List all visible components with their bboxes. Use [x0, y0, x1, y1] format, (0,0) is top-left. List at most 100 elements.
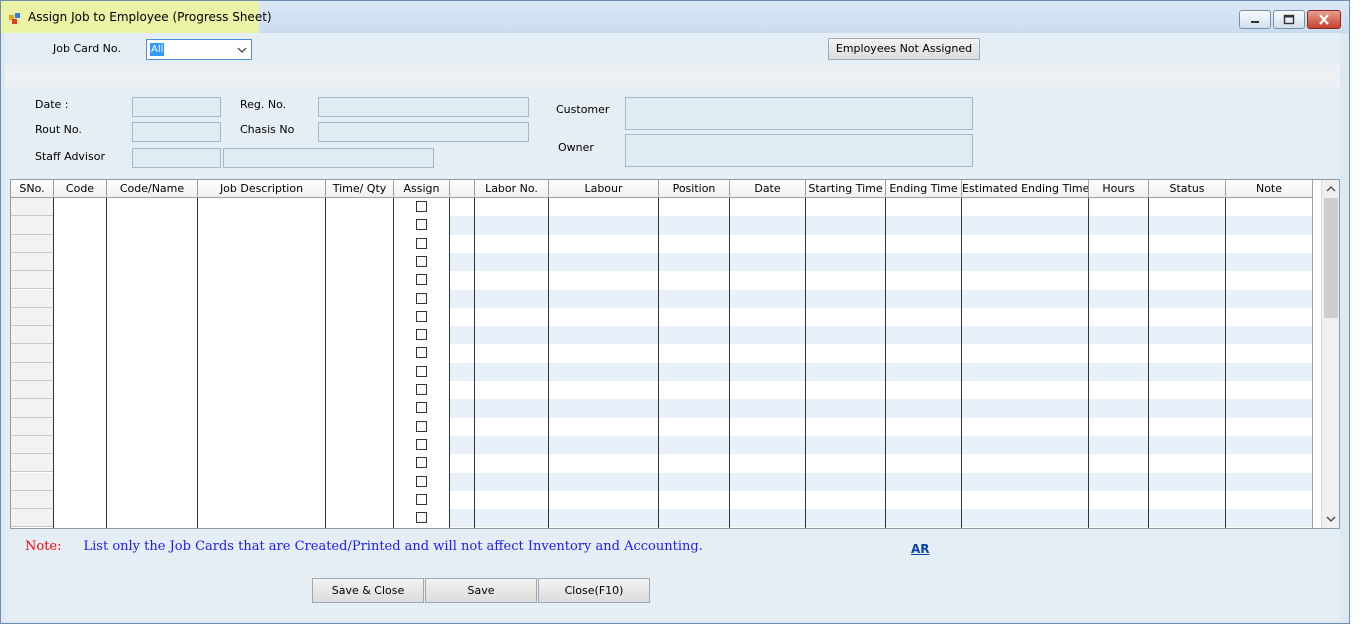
minimize-button[interactable] [1239, 10, 1271, 29]
staff-advisor-code-field[interactable] [132, 148, 221, 168]
assign-checkbox[interactable] [416, 329, 427, 341]
table-row[interactable] [450, 509, 1313, 528]
column-header[interactable]: Job Description [198, 180, 326, 198]
column-header[interactable]: Date [730, 180, 806, 198]
row-header[interactable] [11, 307, 54, 327]
table-row[interactable] [450, 326, 1313, 345]
grid-scrollbar[interactable] [1321, 180, 1339, 528]
table-row[interactable] [450, 381, 1313, 400]
column-header[interactable]: Labor No. [475, 180, 549, 198]
scroll-down-icon[interactable] [1325, 514, 1337, 524]
table-row[interactable] [450, 435, 1313, 455]
row-header[interactable] [11, 252, 54, 272]
assign-checkbox[interactable] [416, 457, 427, 469]
ar-link[interactable]: AR [911, 542, 930, 556]
assign-checkbox[interactable] [416, 255, 427, 267]
assign-checkbox[interactable] [416, 402, 427, 414]
table-row[interactable] [450, 362, 1313, 381]
customer-field[interactable] [625, 97, 973, 130]
row-header[interactable] [11, 326, 54, 345]
table-row[interactable] [450, 216, 1313, 235]
table-row[interactable] [450, 490, 1313, 510]
table-row[interactable] [450, 472, 1313, 491]
column-header[interactable]: Code/Name [107, 180, 198, 198]
column-header[interactable]: Status [1149, 180, 1226, 198]
column-divider [53, 198, 54, 528]
owner-field[interactable] [625, 134, 973, 167]
assign-checkbox[interactable] [416, 310, 427, 322]
assign-checkbox[interactable] [416, 201, 427, 212]
staff-advisor-name-field[interactable] [223, 148, 434, 168]
column-header[interactable] [450, 180, 475, 198]
row-header[interactable] [11, 509, 54, 528]
assign-checkbox[interactable] [416, 292, 427, 304]
save-button[interactable]: Save [425, 578, 537, 603]
row-header[interactable] [11, 435, 54, 455]
close-button[interactable]: Close(F10) [538, 578, 650, 603]
column-header[interactable]: Ending Time [886, 180, 962, 198]
row-header[interactable] [11, 454, 54, 473]
assign-checkbox[interactable] [416, 365, 427, 377]
scroll-up-icon[interactable] [1325, 184, 1337, 194]
assign-checkbox[interactable] [416, 493, 427, 505]
column-header[interactable]: Estimated Ending Time [962, 180, 1089, 198]
assign-checkbox[interactable] [416, 274, 427, 286]
title-bar[interactable]: Assign Job to Employee (Progress Sheet) [1, 1, 1349, 33]
employees-not-assigned-button[interactable]: Employees Not Assigned [828, 38, 980, 60]
row-header[interactable] [11, 344, 54, 363]
assign-checkbox[interactable] [416, 347, 427, 359]
row-header[interactable] [11, 198, 54, 217]
close-icon [1319, 14, 1329, 25]
assign-checkbox[interactable] [416, 420, 427, 432]
column-header[interactable]: Position [659, 180, 730, 198]
row-header[interactable] [11, 490, 54, 510]
table-row[interactable] [450, 454, 1313, 473]
assign-checkbox[interactable] [416, 512, 427, 524]
assign-checkbox[interactable] [416, 237, 427, 249]
maximize-button[interactable] [1273, 10, 1305, 29]
job-card-select[interactable]: All [146, 39, 252, 60]
column-header[interactable]: SNo. [11, 180, 54, 198]
table-row[interactable] [450, 307, 1313, 327]
row-header[interactable] [11, 234, 54, 253]
column-header[interactable]: Code [54, 180, 107, 198]
assign-checkbox[interactable] [416, 475, 427, 487]
column-header[interactable]: Note [1226, 180, 1313, 198]
table-row[interactable] [450, 417, 1313, 436]
column-divider [393, 198, 394, 528]
column-header[interactable]: Hours [1089, 180, 1149, 198]
chasis-no-field[interactable] [318, 122, 529, 142]
job-card-label: Job Card No. [53, 42, 121, 55]
assign-checkbox[interactable] [416, 384, 427, 395]
row-header[interactable] [11, 381, 54, 400]
column-header[interactable]: Starting Time [806, 180, 886, 198]
close-window-button[interactable] [1307, 10, 1341, 29]
table-row[interactable] [450, 234, 1313, 253]
row-header[interactable] [11, 271, 54, 290]
table-row[interactable] [450, 399, 1313, 418]
table-row[interactable] [450, 198, 1313, 217]
job-assignment-grid[interactable]: SNo. Code Code/Name Job Description Time/ Qt… [10, 179, 1340, 529]
rout-no-field[interactable] [132, 122, 221, 142]
row-header[interactable] [11, 472, 54, 491]
column-header[interactable]: Labour [549, 180, 659, 198]
scroll-thumb[interactable] [1324, 198, 1338, 318]
row-header[interactable] [11, 399, 54, 418]
table-row[interactable] [450, 252, 1313, 272]
table-row[interactable] [450, 271, 1313, 290]
minimize-icon [1251, 21, 1259, 23]
reg-no-label: Reg. No. [240, 98, 287, 111]
row-header[interactable] [11, 362, 54, 381]
save-close-button[interactable]: Save & Close [312, 578, 424, 603]
assign-checkbox[interactable] [416, 438, 427, 450]
table-row[interactable] [450, 344, 1313, 363]
row-header[interactable] [11, 216, 54, 235]
column-header[interactable]: Time/ Qty [326, 180, 394, 198]
row-header[interactable] [11, 417, 54, 436]
table-row[interactable] [450, 289, 1313, 308]
assign-checkbox[interactable] [416, 219, 427, 231]
column-header[interactable]: Assign [394, 180, 450, 198]
reg-no-field[interactable] [318, 97, 529, 117]
row-header[interactable] [11, 289, 54, 308]
date-field[interactable] [132, 97, 221, 117]
